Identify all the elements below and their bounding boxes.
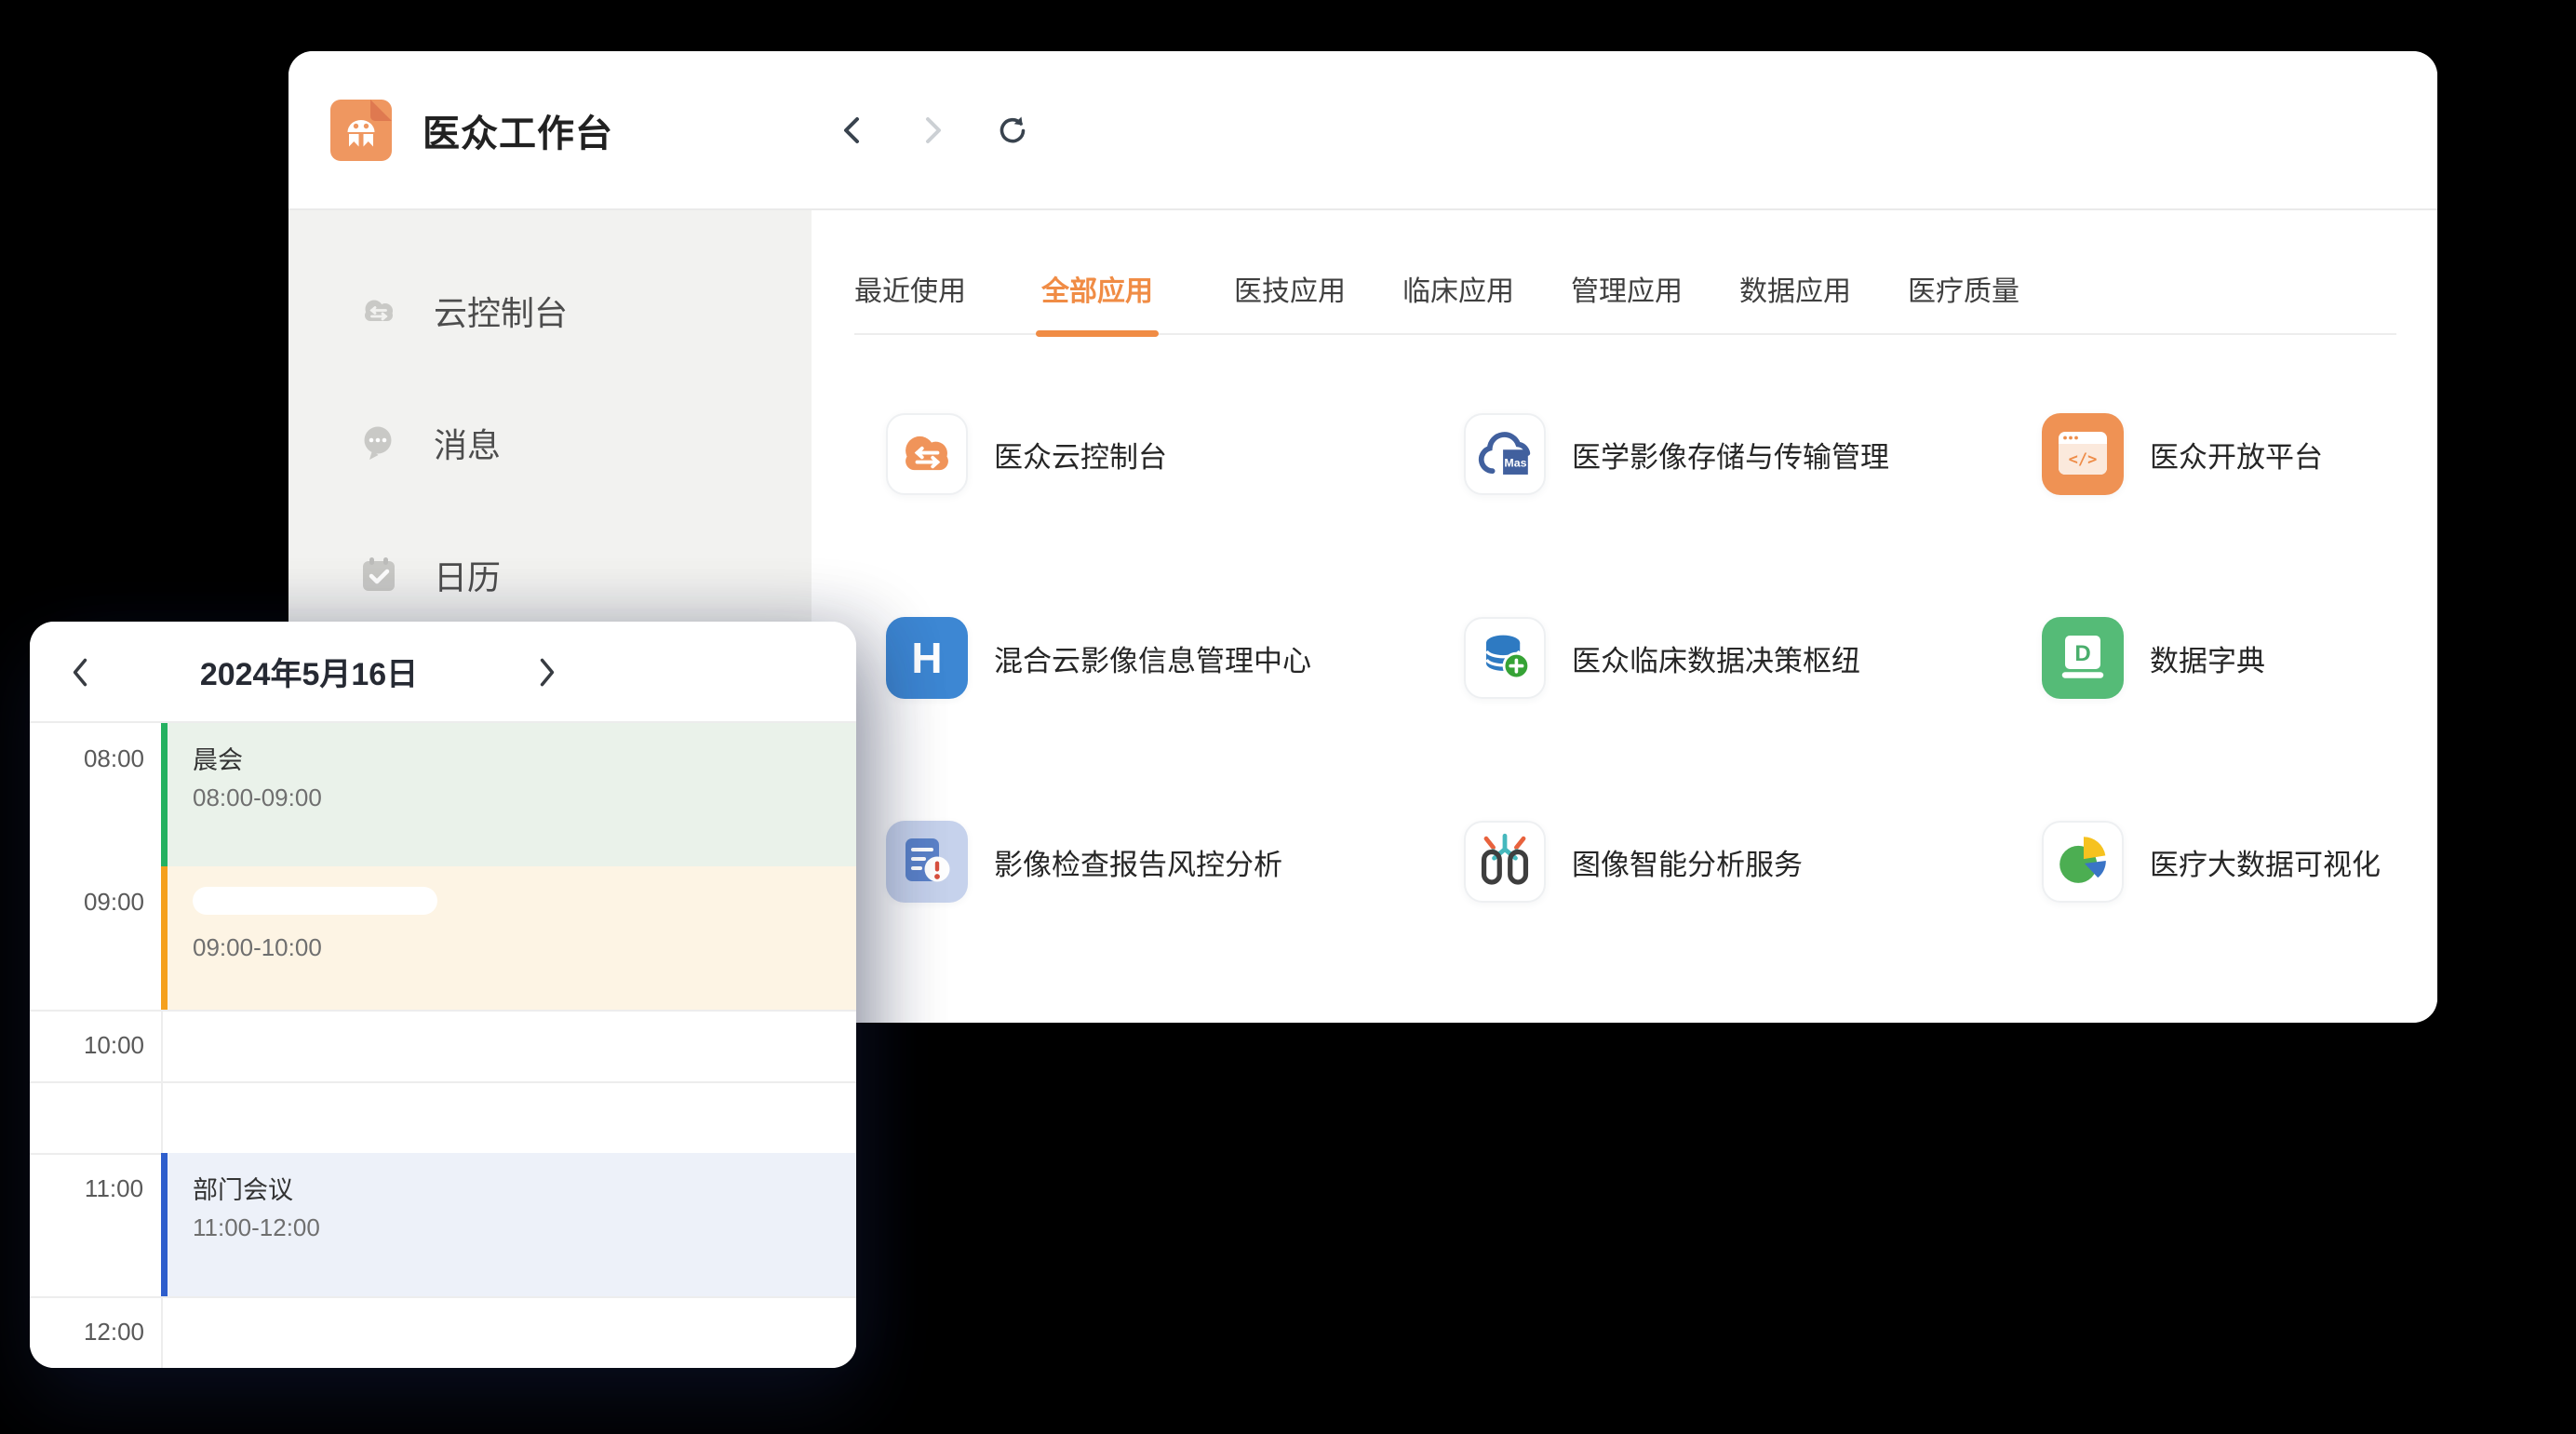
report-alert-icon [886, 821, 968, 903]
app-open-platform[interactable]: </> 医众开放平台 [2042, 413, 2437, 495]
event-time: 11:00-12:00 [193, 1213, 856, 1242]
event-time: 09:00-10:00 [193, 933, 856, 962]
app-report-risk-analysis[interactable]: 影像检查报告风控分析 [886, 821, 1464, 903]
app-hybrid-cloud-center[interactable]: H 混合云影像信息管理中心 [886, 617, 1464, 699]
app-label: 医学影像存储与传输管理 [1572, 434, 1889, 476]
app-image-ai-service[interactable]: 图像智能分析服务 [1464, 821, 2042, 903]
pacs-cloud-icon: Mas [1464, 413, 1546, 495]
lungs-icon [1464, 821, 1546, 903]
time-label: 09:00 [48, 887, 180, 917]
d-glyph: D [2074, 641, 2090, 666]
app-clinical-data-hub[interactable]: 医众临床数据决策枢纽 [1464, 617, 2042, 699]
time-label: 08:00 [48, 744, 180, 773]
time-label: 12:00 [48, 1317, 180, 1347]
app-data-dictionary[interactable]: D 数据字典 [2042, 617, 2437, 699]
window-title: 医众工作台 [423, 103, 613, 157]
app-logo-icon [330, 100, 392, 161]
tab-admin-apps[interactable]: 管理应用 [1571, 268, 1683, 333]
sidebar-item-messages[interactable]: 消息 [288, 402, 812, 484]
app-pacs[interactable]: Mas 医学影像存储与传输管理 [1464, 413, 2042, 495]
redacted-title-pill [193, 887, 437, 915]
app-cloud-console[interactable]: 医众云控制台 [886, 413, 1464, 495]
code-window-icon: </> [2042, 413, 2124, 495]
chat-bubble-icon [357, 422, 400, 464]
half-hour-line [30, 1081, 856, 1083]
tab-all-apps[interactable]: 全部应用 [1041, 268, 1153, 333]
calendar-event-department-meeting[interactable]: 部门会议 11:00-12:00 [161, 1153, 856, 1296]
app-label: 医众临床数据决策枢纽 [1572, 637, 1860, 679]
tab-clinical-apps[interactable]: 临床应用 [1402, 268, 1514, 333]
app-label: 医疗大数据可视化 [2150, 841, 2381, 883]
database-plus-icon [1464, 617, 1546, 699]
calendar-day-grid: 08:00 09:00 10:00 11:00 12:00 晨会 08:00-0… [30, 723, 856, 1368]
time-label: 11:00 [48, 1173, 180, 1203]
app-bigdata-visualization[interactable]: 医疗大数据可视化 [2042, 821, 2437, 903]
tab-data-apps[interactable]: 数据应用 [1739, 268, 1851, 333]
code-glyph: </> [2069, 450, 2098, 469]
event-title: 晨会 [193, 740, 856, 776]
sidebar-item-calendar[interactable]: 日历 [288, 534, 812, 616]
nav-group [837, 114, 1026, 147]
time-label: 10:00 [48, 1030, 180, 1060]
calendar-next-icon[interactable] [536, 656, 558, 690]
window-header: 医众工作台 [288, 51, 2437, 210]
letter-h-icon: H [886, 617, 968, 699]
hour-line [30, 1296, 856, 1298]
content-area: 最近使用 全部应用 医技应用 临床应用 管理应用 数据应用 医疗质量 [812, 210, 2437, 1023]
sidebar-item-cloud-console[interactable]: 云控制台 [288, 270, 812, 352]
refresh-icon[interactable] [993, 114, 1026, 147]
calendar-prev-icon[interactable] [69, 656, 91, 690]
apps-grid: 医众云控制台 Mas 医学影像存储与传输管理 [812, 335, 2437, 903]
tab-recent[interactable]: 最近使用 [854, 268, 966, 333]
calendar-header: 2024年5月16日 [30, 622, 856, 723]
app-label: 混合云影像信息管理中心 [994, 637, 1311, 679]
app-label: 影像检查报告风控分析 [994, 841, 1282, 883]
cloud-settings-icon [357, 289, 400, 332]
event-time: 08:00-09:00 [193, 784, 856, 812]
dictionary-book-icon: D [2042, 617, 2124, 699]
calendar-check-icon [357, 554, 400, 596]
calendar-date-label: 2024年5月16日 [104, 622, 514, 721]
app-label: 医众开放平台 [2150, 434, 2323, 476]
tab-quality[interactable]: 医疗质量 [1908, 268, 2019, 333]
sidebar-item-label: 日历 [434, 551, 501, 599]
calendar-event-redacted[interactable]: 09:00-10:00 [161, 866, 856, 1010]
pacs-badge-text: Mas [1504, 456, 1526, 469]
app-label: 数据字典 [2150, 637, 2265, 679]
calendar-event-morning-meeting[interactable]: 晨会 08:00-09:00 [161, 723, 856, 866]
sidebar-item-label: 云控制台 [434, 287, 568, 335]
tab-medtech-apps[interactable]: 医技应用 [1234, 268, 1346, 333]
hour-line [30, 1010, 856, 1012]
forward-icon[interactable] [915, 114, 948, 147]
app-label: 医众云控制台 [994, 434, 1167, 476]
calendar-popup: 2024年5月16日 08:00 09:00 10:00 11:00 12:00… [30, 622, 856, 1368]
h-glyph: H [911, 634, 942, 682]
cloud-sliders-icon [886, 413, 968, 495]
sidebar-item-label: 消息 [434, 419, 501, 467]
pie-chart-icon [2042, 821, 2124, 903]
app-label: 图像智能分析服务 [1572, 841, 1803, 883]
event-title: 部门会议 [193, 1170, 856, 1206]
back-icon[interactable] [837, 114, 870, 147]
tab-bar: 最近使用 全部应用 医技应用 临床应用 管理应用 数据应用 医疗质量 [854, 210, 2396, 335]
